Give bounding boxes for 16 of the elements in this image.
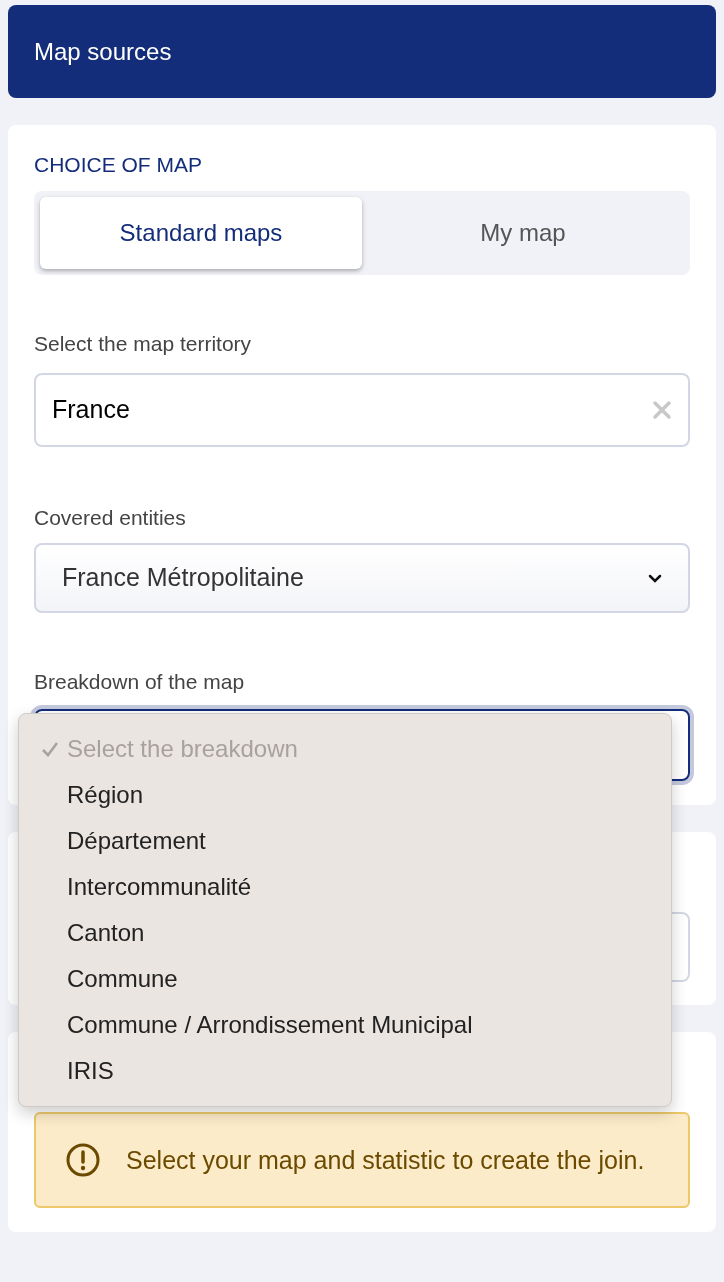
option-label: Canton (67, 918, 145, 948)
field-label: Breakdown of the map (34, 669, 246, 695)
option-label: Département (67, 826, 206, 856)
option-label: IRIS (67, 1056, 114, 1086)
header-title: Map sources (34, 36, 172, 67)
entities-value: France Métropolitaine (62, 562, 305, 594)
option-label: Commune (67, 964, 178, 994)
field-label: Select the map territory (34, 331, 253, 357)
option-label: Région (67, 780, 144, 810)
option-label: Intercommunalité (67, 872, 252, 902)
section-heading: CHOICE OF MAP (34, 152, 203, 178)
option-label: Select the breakdown (67, 734, 298, 764)
warning-text: Select your map and statistic to create the join. (126, 1145, 645, 1176)
territory-value: France (52, 394, 131, 426)
field-label: Covered entities (34, 505, 187, 531)
option-label: Commune / Arrondissement Municipal (67, 1010, 473, 1040)
